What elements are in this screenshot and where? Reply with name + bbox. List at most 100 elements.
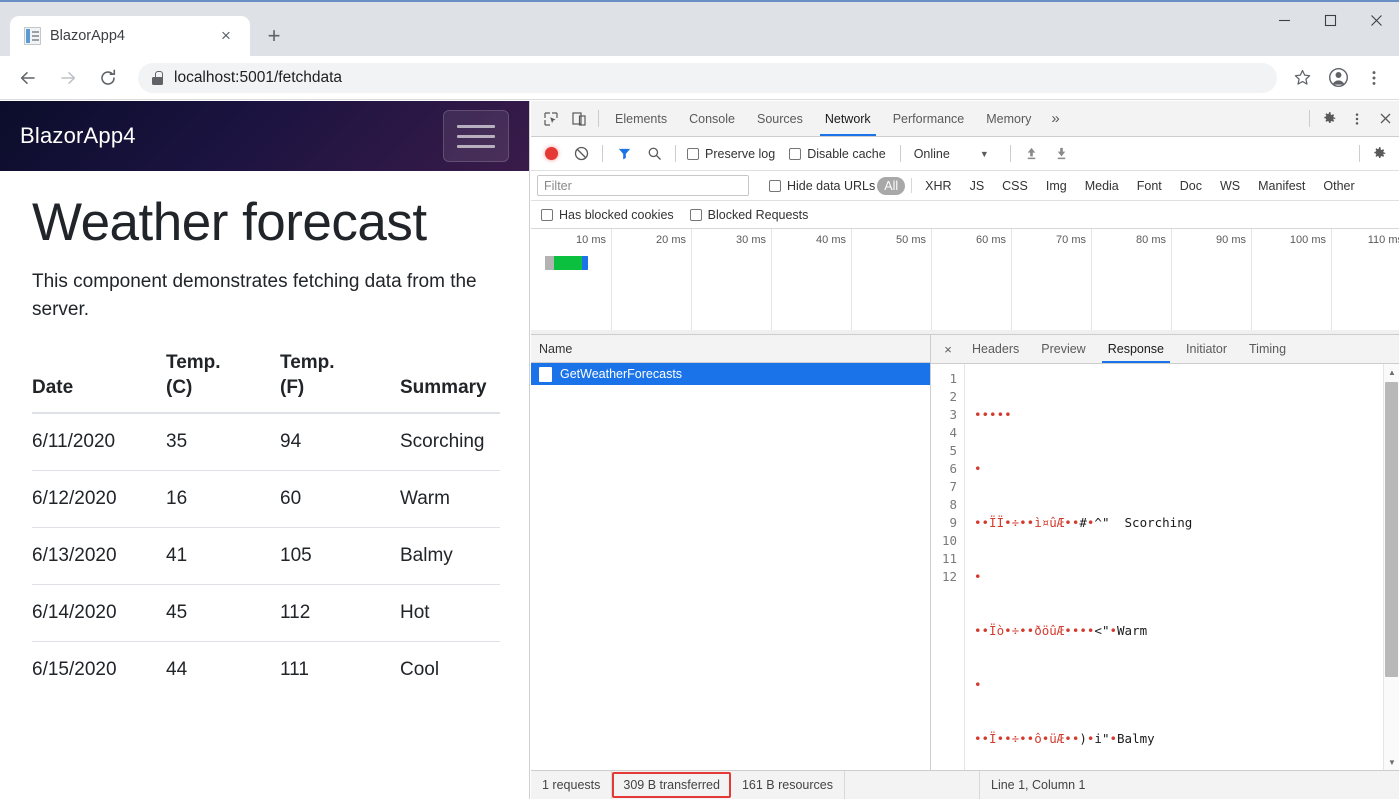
minimize-icon[interactable]: [1261, 0, 1307, 40]
devtools-tab-performance[interactable]: Performance: [882, 101, 976, 136]
editor-cursor-position: Line 1, Column 1: [979, 771, 1399, 799]
divider: [900, 145, 901, 162]
filter-type-doc[interactable]: Doc: [1173, 177, 1209, 195]
app-brand[interactable]: BlazorApp4: [20, 123, 136, 149]
import-har-icon[interactable]: [1018, 140, 1046, 168]
scrollbar-thumb[interactable]: [1385, 382, 1398, 677]
line-number: 11: [931, 550, 957, 568]
column-header-name[interactable]: Name: [539, 342, 572, 356]
divider: [911, 178, 912, 193]
new-tab-button[interactable]: +: [258, 20, 290, 52]
filter-type-manifest[interactable]: Manifest: [1251, 177, 1312, 195]
devtools-tab-network[interactable]: Network: [814, 101, 882, 136]
back-arrow-icon[interactable]: [10, 60, 46, 96]
preserve-log-label: Preserve log: [705, 147, 775, 161]
request-row-getweatherforecasts[interactable]: GetWeatherForecasts: [531, 363, 930, 385]
page-description: This component demonstrates fetching dat…: [32, 268, 499, 323]
star-icon[interactable]: [1285, 61, 1319, 95]
cell-temp-f: 112: [280, 585, 400, 642]
hide-data-urls-checkbox[interactable]: Hide data URLs: [769, 179, 875, 193]
disable-cache-checkbox[interactable]: Disable cache: [789, 147, 886, 161]
filter-type-xhr[interactable]: XHR: [918, 177, 958, 195]
cell-temp-f: 105: [280, 528, 400, 585]
column-header-temp-c: Temp. (C): [166, 351, 280, 413]
account-icon[interactable]: [1321, 61, 1355, 95]
devtools-tab-memory[interactable]: Memory: [975, 101, 1042, 136]
cell-temp-c: 16: [166, 471, 280, 528]
filter-funnel-icon[interactable]: [610, 140, 638, 168]
export-har-icon[interactable]: [1048, 140, 1076, 168]
close-icon[interactable]: ×: [214, 24, 238, 48]
inspect-element-icon[interactable]: [537, 105, 565, 133]
waterfall-segment-finish: [582, 256, 588, 270]
window-titlebar: BlazorApp4 × +: [0, 0, 1399, 56]
detail-tab-headers[interactable]: Headers: [961, 335, 1030, 363]
checkbox-box: [687, 148, 699, 160]
preserve-log-checkbox[interactable]: Preserve log: [687, 147, 775, 161]
filter-type-js[interactable]: JS: [963, 177, 992, 195]
search-icon[interactable]: [640, 140, 668, 168]
cell-summary: Hot: [400, 585, 500, 642]
network-main-split: Name GetWeatherForecasts × Headers Previ…: [531, 335, 1399, 770]
devtools-panel: Elements Console Sources Network Perform…: [531, 101, 1399, 799]
divider: [598, 110, 599, 127]
request-name: GetWeatherForecasts: [560, 367, 682, 381]
response-body-viewer[interactable]: 1 2 3 4 5 6 7 8 9 10 11 12 •••••: [931, 364, 1399, 770]
kebab-menu-icon[interactable]: [1357, 61, 1391, 95]
overview-divider: [531, 330, 1399, 334]
throttle-dropdown[interactable]: Online ▼: [908, 147, 1003, 161]
filter-type-css[interactable]: CSS: [995, 177, 1035, 195]
close-icon[interactable]: [1371, 105, 1399, 133]
close-icon[interactable]: [1353, 0, 1399, 40]
detail-tab-timing[interactable]: Timing: [1238, 335, 1297, 363]
filter-input[interactable]: [537, 175, 749, 196]
devtools-tab-console[interactable]: Console: [678, 101, 746, 136]
url-text: localhost:5001/fetchdata: [174, 69, 342, 87]
filter-type-img[interactable]: Img: [1039, 177, 1074, 195]
scroll-down-icon[interactable]: ▼: [1384, 754, 1399, 770]
detail-tab-response[interactable]: Response: [1097, 335, 1175, 363]
filter-type-font[interactable]: Font: [1130, 177, 1169, 195]
line-number: 12: [931, 568, 957, 586]
browser-tab[interactable]: BlazorApp4 ×: [10, 16, 250, 56]
blocked-requests-label: Blocked Requests: [708, 208, 809, 222]
hamburger-menu-icon[interactable]: [443, 110, 509, 162]
detail-tab-initiator[interactable]: Initiator: [1175, 335, 1238, 363]
checkbox-box: [769, 180, 781, 192]
browser-toolbar: localhost:5001/fetchdata: [0, 56, 1399, 100]
maximize-icon[interactable]: [1307, 0, 1353, 40]
more-tabs-icon[interactable]: »: [1042, 110, 1068, 127]
divider: [1359, 145, 1360, 162]
filter-type-all[interactable]: All: [877, 177, 905, 195]
cell-date: 6/13/2020: [32, 528, 166, 585]
devtools-tab-sources[interactable]: Sources: [746, 101, 814, 136]
filter-type-other[interactable]: Other: [1316, 177, 1361, 195]
close-detail-icon[interactable]: ×: [935, 336, 961, 362]
filter-type-ws[interactable]: WS: [1213, 177, 1247, 195]
filter-type-media[interactable]: Media: [1078, 177, 1126, 195]
web-page-content: BlazorApp4 Weather forecast This compone…: [0, 101, 530, 799]
weather-forecast-table: Date Temp. (C) Temp. (F) Summary: [32, 351, 500, 698]
request-list[interactable]: GetWeatherForecasts: [531, 363, 930, 770]
record-icon[interactable]: [537, 140, 565, 168]
checkbox-box: [789, 148, 801, 160]
has-blocked-cookies-checkbox[interactable]: Has blocked cookies: [541, 208, 674, 222]
address-bar[interactable]: localhost:5001/fetchdata: [138, 63, 1277, 93]
table-row: 6/15/2020 44 111 Cool: [32, 642, 500, 699]
network-overview-timeline[interactable]: 10 ms 20 ms 30 ms 40 ms 50 ms 60 ms 70 m…: [531, 229, 1399, 335]
blocked-requests-checkbox[interactable]: Blocked Requests: [690, 208, 809, 222]
cell-temp-c: 41: [166, 528, 280, 585]
gear-icon[interactable]: [1315, 105, 1343, 133]
reload-icon[interactable]: [90, 60, 126, 96]
devtools-tab-elements[interactable]: Elements: [604, 101, 678, 136]
request-list-pane: Name GetWeatherForecasts: [531, 335, 931, 770]
response-scrollbar[interactable]: ▲ ▼: [1383, 364, 1399, 770]
clear-icon[interactable]: [567, 140, 595, 168]
scroll-up-icon[interactable]: ▲: [1384, 364, 1399, 380]
kebab-menu-icon[interactable]: [1343, 105, 1371, 133]
gear-icon[interactable]: [1365, 140, 1393, 168]
tick-label: 90 ms: [1216, 234, 1251, 246]
device-toolbar-icon[interactable]: [565, 105, 593, 133]
detail-tab-preview[interactable]: Preview: [1030, 335, 1096, 363]
line-number: 9: [931, 514, 957, 532]
